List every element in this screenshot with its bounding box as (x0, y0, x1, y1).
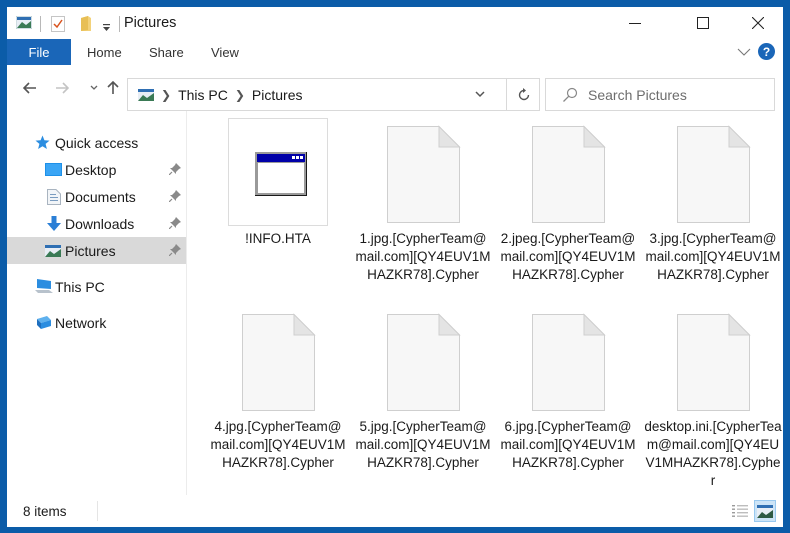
file-name: !INFO.HTA (245, 231, 311, 246)
computer-icon (35, 279, 53, 294)
up-arrow-icon (107, 81, 119, 94)
sidebar-item-desktop[interactable]: Desktop (7, 156, 186, 183)
minimize-icon (629, 23, 641, 24)
file-name: 3.jpg.[CypherTeam@mail.com][QY4EUV1MHAZK… (645, 231, 781, 282)
large-icons-view-button[interactable] (754, 500, 776, 522)
file-name: desktop.ini.[CypherTeam@mail.com][QY4EUV… (644, 419, 782, 488)
window-title: Pictures (124, 15, 177, 31)
breadcrumb-this-pc[interactable]: This PC (178, 87, 228, 103)
maximize-icon (697, 17, 709, 29)
close-button[interactable] (736, 7, 780, 39)
large-icons-view-icon (757, 504, 773, 518)
refresh-icon (518, 87, 530, 100)
details-view-button[interactable] (729, 500, 751, 522)
hta-file-icon (228, 118, 328, 226)
sidebar-item-downloads[interactable]: Downloads (7, 210, 186, 237)
breadcrumb-pictures[interactable]: Pictures (252, 87, 303, 103)
toolbar-divider (119, 16, 120, 32)
pictures-location-icon (138, 88, 154, 101)
navigation-bar: ❯ This PC ❯ Pictures Search Pictures (7, 65, 783, 111)
toolbar-divider (40, 16, 41, 32)
maximize-button[interactable] (681, 7, 725, 39)
pictures-icon (45, 244, 61, 257)
pin-icon[interactable] (168, 216, 181, 232)
status-bar: 8 items (7, 495, 783, 527)
network-icon (35, 315, 53, 330)
file-name: 4.jpg.[CypherTeam@mail.com][QY4EUV1MHAZK… (210, 419, 346, 470)
file-name: 1.jpg.[CypherTeam@mail.com][QY4EUV1MHAZK… (355, 231, 491, 282)
downloads-icon (47, 215, 61, 232)
blank-file-icon (663, 306, 763, 414)
expand-ribbon-chevron-icon[interactable] (737, 44, 751, 62)
pin-icon[interactable] (168, 189, 181, 205)
tab-file[interactable]: File (7, 39, 71, 65)
tab-view[interactable]: View (211, 39, 239, 65)
documents-icon (47, 188, 61, 205)
sidebar-item-pictures[interactable]: Pictures (7, 237, 186, 264)
properties-checkmark-icon[interactable] (51, 16, 65, 37)
file-name: 2.jpeg.[CypherTeam@mail.com][QY4EUV1MHAZ… (500, 231, 636, 282)
blank-file-icon (228, 306, 328, 414)
forward-arrow-icon (56, 82, 69, 94)
status-divider (97, 501, 98, 521)
ribbon-tabs: File Home Share View ? (7, 39, 783, 65)
search-icon (562, 87, 578, 103)
pin-icon[interactable] (168, 243, 181, 259)
chevron-down-icon (90, 85, 98, 90)
breadcrumb-separator-icon: ❯ (234, 87, 245, 102)
forward-button[interactable] (53, 79, 71, 97)
blank-file-icon (663, 118, 763, 226)
pictures-folder-icon[interactable] (15, 15, 33, 34)
details-view-icon (732, 505, 748, 517)
sidebar-item-network[interactable]: Network (7, 309, 186, 336)
sidebar-item-documents[interactable]: Documents (7, 183, 186, 210)
up-button[interactable] (106, 79, 120, 97)
blank-file-icon (518, 118, 618, 226)
refresh-button[interactable] (506, 79, 541, 110)
address-history-chevron-icon[interactable] (474, 87, 486, 105)
breadcrumb-separator-icon: ❯ (161, 87, 172, 102)
file-name: 6.jpg.[CypherTeam@mail.com][QY4EUV1MHAZK… (500, 419, 636, 470)
recent-locations-button[interactable] (87, 79, 101, 97)
blank-file-icon (373, 306, 473, 414)
blank-file-icon (518, 306, 618, 414)
tab-share[interactable]: Share (149, 39, 184, 65)
file-explorer-window: risk.com Pictures File Home Share (7, 7, 783, 527)
minimize-button[interactable] (613, 7, 657, 39)
help-button[interactable]: ? (758, 43, 775, 60)
blank-file-icon (373, 118, 473, 226)
new-folder-icon[interactable] (80, 16, 92, 37)
address-bar[interactable]: ❯ This PC ❯ Pictures (127, 78, 540, 111)
title-bar: Pictures (7, 7, 783, 39)
desktop-icon (45, 163, 62, 176)
sidebar-item-this-pc[interactable]: This PC (7, 273, 186, 300)
tab-home[interactable]: Home (87, 39, 122, 65)
file-name: 5.jpg.[CypherTeam@mail.com][QY4EUV1MHAZK… (355, 419, 491, 470)
search-box[interactable]: Search Pictures (545, 78, 775, 111)
search-input[interactable]: Search Pictures (588, 87, 687, 103)
navigation-pane: Quick access Desktop Documents Downloads (7, 111, 186, 495)
customize-dropdown-icon[interactable] (103, 19, 111, 37)
pin-icon[interactable] (168, 162, 181, 178)
close-icon (752, 17, 764, 29)
star-icon (35, 135, 50, 150)
back-arrow-icon (23, 82, 36, 94)
back-button[interactable] (21, 79, 39, 97)
file-list: !INFO.HTA 1.jpg.[CypherTeam@mail.com][QY… (187, 111, 783, 495)
sidebar-item-quick-access[interactable]: Quick access (7, 129, 186, 156)
item-count: 8 items (23, 504, 67, 519)
